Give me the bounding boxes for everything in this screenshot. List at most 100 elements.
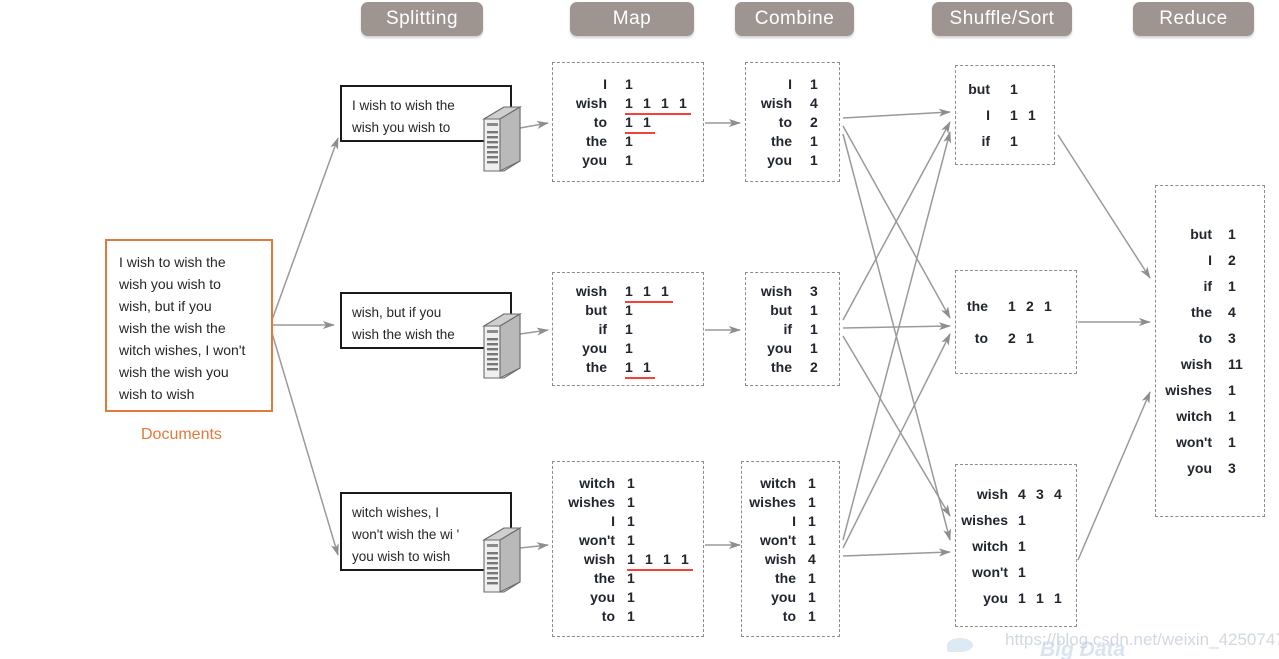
kv-value: 4 <box>808 550 816 567</box>
kv-value: 1 <box>1228 382 1236 398</box>
map-box-3: witch 1 wishes 1 I 1 won't 1 wish 1 1 1 1 the 1 you 1 to 1 <box>552 461 704 637</box>
kv-value: 1 <box>1026 330 1034 346</box>
kv-value: 1 <box>1028 107 1036 123</box>
kv-value: 1 <box>1010 107 1018 123</box>
kv-value: 3 <box>1036 485 1044 502</box>
kv-key: I <box>986 107 990 123</box>
kv-value: 1 <box>808 607 816 624</box>
kv-row: I1 <box>557 77 699 91</box>
kv-value: 1 <box>1228 226 1236 242</box>
kv-values: 1 <box>810 153 818 167</box>
kv-row: won't 1 <box>746 533 835 547</box>
kv-key: you <box>582 340 607 356</box>
kv-value: 1 <box>625 76 633 92</box>
kv-row: you 1 <box>746 590 835 604</box>
kv-values: 1 <box>625 303 633 317</box>
documents-line: wish the wish you <box>119 364 229 380</box>
kv-key: wish <box>583 550 615 567</box>
kv-row: wishes 1 <box>1160 383 1260 397</box>
kv-row: if 1 <box>750 322 835 336</box>
kv-row: wish 11 <box>1160 357 1260 371</box>
kv-row: the 1 <box>557 571 699 585</box>
kv-value: 1 <box>643 283 651 299</box>
kv-values: 1 <box>808 495 816 509</box>
kv-value: 1 <box>661 95 669 111</box>
documents-line: witch wishes, I won't <box>119 342 246 358</box>
documents-line: wish, but if you <box>119 298 212 314</box>
kv-value: 1 <box>627 474 635 491</box>
kv-row: you 1 <box>557 341 699 355</box>
kv-value: 1 <box>627 550 635 567</box>
documents-line: wish the wish the <box>119 320 226 336</box>
kv-values: 1 <box>808 590 816 604</box>
kv-key: you <box>771 588 796 605</box>
kv-key: won't <box>972 563 1008 580</box>
kv-row: you 1 <box>557 590 699 604</box>
kv-value: 1 <box>645 550 653 567</box>
kv-values: 1 <box>1010 82 1018 96</box>
kv-values: 1 <box>810 341 818 355</box>
combine-box-1: I 1 wish 4 to 2 the 1 you 1 <box>745 62 840 182</box>
kv-value: 1 <box>1010 133 1018 149</box>
kv-row: if 1 <box>557 322 699 336</box>
kv-key: to <box>974 330 988 346</box>
kv-values: 1 <box>808 476 816 490</box>
shuffle-box-1: but 1 I 1 1 if 1 <box>955 65 1055 165</box>
kv-values: 1 <box>1228 227 1236 241</box>
kv-values: 1 <box>627 495 635 509</box>
kv-key: if <box>981 133 990 149</box>
kv-row: wish 3 <box>750 284 835 298</box>
kv-row: you 3 <box>1160 461 1260 475</box>
watermark-blob <box>947 638 973 652</box>
kv-value: 1 <box>643 114 651 130</box>
kv-value: 1 <box>810 302 818 318</box>
kv-row: I1 <box>746 514 835 528</box>
kv-row: wish 4 3 4 <box>960 487 1072 501</box>
kv-value: 1 <box>808 588 816 605</box>
kv-value: 1 <box>643 95 651 111</box>
kv-value: 2 <box>810 114 818 130</box>
kv-key: the <box>1191 304 1212 320</box>
kv-row: witch 1 <box>746 476 835 490</box>
kv-row: to 1 1 <box>557 114 699 134</box>
kv-value: 4 <box>1054 485 1062 502</box>
kv-value: 3 <box>1228 460 1236 476</box>
kv-value: 1 <box>625 95 633 111</box>
kv-row: wish 4 <box>746 552 835 566</box>
kv-key: the <box>594 569 615 586</box>
kv-key: you <box>1187 460 1212 476</box>
kv-row: the 1 <box>557 134 699 148</box>
split-line: witch wishes, I <box>352 505 440 520</box>
documents-line: wish to wish <box>119 386 195 402</box>
kv-key: you <box>767 152 792 168</box>
kv-value: 1 <box>810 321 818 337</box>
documents-box: I wish to wish the wish you wish to wish… <box>105 239 273 412</box>
kv-values: 1 <box>627 590 635 604</box>
kv-values: 11 <box>625 360 655 379</box>
stage-pill-splitting: Splitting <box>361 2 483 36</box>
kv-values: 1 <box>808 609 816 623</box>
kv-key: to <box>1198 330 1212 346</box>
kv-row: the 1 2 1 <box>960 299 1072 313</box>
kv-row: witch 1 <box>1160 409 1260 423</box>
shuffle-box-3: wish 4 3 4 wishes 1 witch 1 won't 1 you 1 1 1 <box>955 464 1077 627</box>
kv-row: but 1 <box>557 303 699 317</box>
kv-value: 1 <box>627 569 635 586</box>
stage-pill-reduce: Reduce <box>1133 2 1254 36</box>
kv-values: 1 <box>810 77 818 91</box>
kv-value: 1 <box>808 493 816 510</box>
kv-values: 1 <box>810 134 818 148</box>
kv-key: wish <box>1180 356 1212 372</box>
kv-key: but <box>1190 226 1212 242</box>
kv-row: to 2 1 <box>960 331 1072 345</box>
kv-row: wishes 1 <box>557 495 699 509</box>
kv-row: if 1 <box>960 134 1050 148</box>
kv-row: but 1 <box>960 82 1050 96</box>
kv-row: wish 1 1 1 1 <box>557 95 699 115</box>
kv-key: won't <box>1176 434 1212 450</box>
kv-value: 1 <box>627 512 635 529</box>
kv-value: 1 <box>1018 537 1026 554</box>
kv-key: wish <box>760 95 792 111</box>
kv-values: 3 <box>1228 461 1236 475</box>
combine-box-3: witch 1 wishes 1 I 1 won't 1 wish 4 the 1 you 1 to 1 <box>741 461 840 637</box>
